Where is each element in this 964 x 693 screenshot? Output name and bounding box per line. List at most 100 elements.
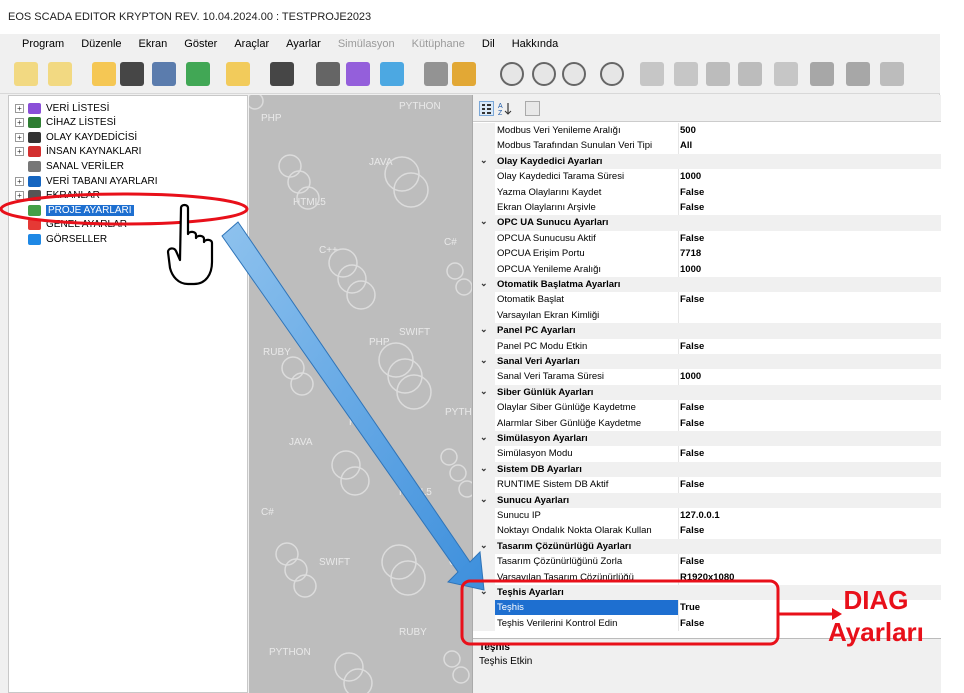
tree-item-5[interactable]: + VERİ TABANI AYARLARI — [15, 174, 158, 188]
tree-item-2[interactable]: + OLAY KAYDEDİCİSİ — [15, 130, 137, 144]
collapse-chevron-icon[interactable]: ⌄ — [480, 432, 488, 443]
property-row[interactable]: RUNTIME Sistem DB Aktif False — [473, 477, 941, 493]
property-row[interactable]: Otomatik Başlat False — [473, 292, 941, 308]
menu-item-7[interactable]: Kütüphane — [412, 34, 465, 54]
menu-item-1[interactable]: Düzenle — [81, 34, 121, 54]
collapse-chevron-icon[interactable]: ⌄ — [480, 494, 488, 505]
property-row[interactable]: Sanal Veri Tarama Süresi 1000 — [473, 369, 941, 385]
property-row[interactable]: OPCUA Erişim Portu 7718 — [473, 246, 941, 262]
property-row[interactable]: Alarmlar Siber Günlüğe Kaydetme False — [473, 415, 941, 431]
database-icon[interactable] — [424, 62, 448, 86]
menu-item-5[interactable]: Ayarlar — [286, 34, 321, 54]
tree-item-3[interactable]: + İNSAN KAYNAKLARI — [15, 145, 141, 159]
property-row[interactable]: Olaylar Siber Günlüğe Kaydetme False — [473, 400, 941, 416]
expand-icon[interactable]: + — [15, 103, 24, 113]
property-value[interactable]: 1000 — [680, 264, 701, 275]
reset-icon[interactable] — [562, 62, 586, 86]
property-value[interactable]: 1000 — [680, 171, 701, 182]
property-row[interactable]: Varsayılan Tasarım Çözünürlüğü R1920x1080 — [473, 569, 941, 585]
property-category[interactable]: ⌄ OPC UA Sunucu Ayarları — [473, 215, 941, 231]
paste-icon[interactable] — [738, 62, 762, 86]
property-row[interactable]: Sunucu IP 127.0.0.1 — [473, 508, 941, 524]
property-row[interactable]: Noktayı Ondalık Nokta Olarak Kullan False — [473, 523, 941, 539]
menu-item-4[interactable]: Araçlar — [234, 34, 269, 54]
collapse-chevron-icon[interactable]: ⌄ — [480, 278, 488, 289]
property-value[interactable]: 500 — [680, 125, 696, 136]
play-icon[interactable] — [500, 62, 524, 86]
tree-item-1[interactable]: + CİHAZ LİSTESİ — [15, 116, 116, 130]
group-icon[interactable] — [810, 62, 834, 86]
property-value[interactable]: False — [680, 402, 704, 413]
menu-item-9[interactable]: Hakkında — [512, 34, 558, 54]
property-category[interactable]: ⌄ Siber Günlük Ayarları — [473, 384, 941, 401]
pause-icon[interactable] — [532, 62, 556, 86]
expand-icon[interactable]: + — [15, 118, 24, 128]
tree-item-4[interactable]: SANAL VERİLER — [15, 159, 124, 173]
property-value[interactable]: R1920x1080 — [680, 572, 734, 583]
property-row[interactable]: OPCUA Sunucusu Aktif False — [473, 230, 941, 247]
property-row[interactable]: Yazma Olaylarını Kaydet False — [473, 184, 941, 200]
property-value[interactable]: False — [680, 233, 704, 244]
property-value[interactable]: False — [680, 294, 704, 305]
collapse-chevron-icon[interactable]: ⌄ — [480, 355, 488, 366]
property-category[interactable]: ⌄ Olay Kaydedici Ayarları — [473, 153, 941, 170]
property-row[interactable]: Tasarım Çözünürlüğünü Zorla False — [473, 554, 941, 570]
menu-item-0[interactable]: Program — [22, 34, 64, 54]
stop-icon[interactable] — [600, 62, 624, 86]
refresh-icon[interactable] — [186, 62, 210, 86]
menu-item-8[interactable]: Dil — [482, 34, 495, 54]
open-file-icon[interactable] — [48, 62, 72, 86]
alphabetical-view-button[interactable]: AZ — [498, 101, 513, 117]
menu-item-6[interactable]: Simülasyon — [338, 34, 395, 54]
tree-item-9[interactable]: GÖRSELLER — [15, 232, 107, 246]
collapse-chevron-icon[interactable]: ⌄ — [480, 155, 488, 166]
tree-item-8[interactable]: GENEL AYARLAR — [15, 218, 127, 232]
tag-icon[interactable] — [346, 62, 370, 86]
property-category[interactable]: ⌄ Otomatik Başlatma Ayarları — [473, 277, 941, 293]
add-screen-icon[interactable] — [270, 62, 294, 86]
collapse-chevron-icon[interactable]: ⌄ — [480, 463, 488, 474]
layout-icon[interactable] — [880, 62, 904, 86]
tree-item-7[interactable]: PROJE AYARLARI — [15, 203, 134, 217]
tree-item-6[interactable]: + EKRANLAR — [15, 189, 100, 203]
property-row[interactable]: OPCUA Yenileme Aralığı 1000 — [473, 261, 941, 277]
property-category[interactable]: ⌄ Sistem DB Ayarları — [473, 461, 941, 478]
expand-icon[interactable]: + — [15, 132, 24, 142]
property-row[interactable]: Panel PC Modu Etkin False — [473, 338, 941, 354]
property-row[interactable]: Ekran Olaylarını Arşivle False — [473, 200, 941, 216]
property-category[interactable]: ⌄ Sunucu Ayarları — [473, 492, 941, 508]
property-category[interactable]: ⌄ Sanal Veri Ayarları — [473, 354, 941, 370]
property-row[interactable]: Varsayılan Ekran Kimliği — [473, 307, 941, 324]
align-icon[interactable] — [774, 62, 798, 86]
lock-icon[interactable] — [452, 62, 476, 86]
table-icon[interactable] — [316, 62, 340, 86]
property-value[interactable]: False — [680, 448, 704, 459]
collapse-chevron-icon[interactable]: ⌄ — [480, 324, 488, 335]
folder-icon[interactable] — [92, 62, 116, 86]
property-category[interactable]: ⌄ Tasarım Çözünürlüğü Ayarları — [473, 538, 941, 555]
property-value[interactable]: False — [680, 556, 704, 567]
edit-folder-icon[interactable] — [226, 62, 250, 86]
collapse-chevron-icon[interactable]: ⌄ — [480, 216, 488, 227]
expand-icon[interactable]: + — [15, 147, 24, 157]
property-value[interactable]: 7718 — [680, 248, 701, 259]
property-pages-button[interactable] — [525, 101, 540, 116]
tree-item-0[interactable]: + VERİ LİSTESİ — [15, 101, 109, 115]
property-value[interactable]: False — [680, 418, 704, 429]
alarm-bell-icon[interactable] — [380, 62, 404, 86]
ungroup-icon[interactable] — [846, 62, 870, 86]
collapse-chevron-icon[interactable]: ⌄ — [480, 540, 488, 551]
property-value[interactable]: False — [680, 618, 704, 629]
property-row[interactable]: Simülasyon Modu False — [473, 446, 941, 462]
property-row[interactable]: Modbus Tarafından Sunulan Veri Tipi All — [473, 138, 941, 154]
property-value[interactable]: True — [680, 602, 700, 613]
collapse-chevron-icon[interactable]: ⌄ — [480, 586, 488, 597]
property-value[interactable]: False — [680, 525, 704, 536]
expand-icon[interactable]: + — [15, 176, 24, 186]
save-icon[interactable] — [120, 62, 144, 86]
property-value[interactable]: False — [680, 341, 704, 352]
undo-icon[interactable] — [640, 62, 664, 86]
expand-icon[interactable]: + — [15, 191, 24, 201]
property-value[interactable]: 127.0.0.1 — [680, 510, 720, 521]
copy-icon[interactable] — [706, 62, 730, 86]
